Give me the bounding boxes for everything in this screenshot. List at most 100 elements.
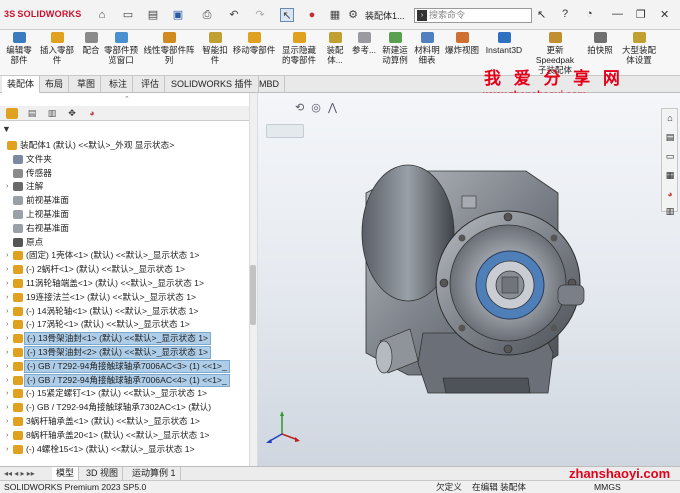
model-tab-1[interactable]: 3D 视图 [82,467,124,481]
undo-icon[interactable]: ↶ [228,8,240,22]
model-tab-2[interactable]: 运动算例 1 [128,467,181,481]
ribbon-button-insert-component[interactable]: 插入零部件 [36,32,78,65]
display-manager-icon[interactable]: ◕ [86,108,98,119]
tree-row[interactable]: 前视基准面 [0,194,250,207]
feature-manager-icon[interactable] [6,108,18,119]
expand-arrow-icon[interactable]: › [6,387,8,400]
tree-row[interactable]: › (-) 4螺栓15<1> (默认) <<默认>_显示状态 1> [0,443,250,456]
file-explorer-icon[interactable]: ▦ [664,169,676,181]
expand-arrow-icon[interactable]: › [6,360,8,373]
tree-row[interactable]: › (-) GB / T292-94角接触球轴承7302AC<1> (默认) [0,401,250,414]
help-icon[interactable]: ? [562,8,568,20]
tab-3[interactable]: 标注 [104,76,134,93]
expand-arrow-icon[interactable]: › [6,249,8,262]
open-folder-icon[interactable]: ▤ [146,8,160,22]
select-pointer-icon[interactable]: ↖ [280,8,294,22]
solidworks-logo[interactable]: 3S SOLIDWORKS [4,9,81,19]
ribbon-button-mate[interactable]: 配合 [80,32,102,55]
tree-scrollbar-thumb[interactable] [250,265,256,325]
expand-arrow-icon[interactable]: › [6,305,8,318]
expand-arrow-icon[interactable]: › [6,291,8,304]
expand-arrow-icon[interactable]: › [6,401,8,414]
file-properties-icon[interactable]: ▦ [328,8,342,22]
ribbon-button-instant3d[interactable]: Instant3D [484,32,524,55]
ribbon-button-snapshot[interactable]: 拍快照 [586,32,614,55]
tree-row[interactable]: › (-) 17涡轮<1> (默认) <<默认>_显示状态 1> [0,318,250,331]
ribbon-button-smart-fastener[interactable]: 智能扣 件 [201,32,229,65]
units-selector[interactable]: MMGS [594,481,621,493]
property-manager-icon[interactable]: ▤ [26,108,38,119]
print-icon[interactable]: ⎙ [200,8,214,22]
tree-row[interactable]: › (-) GB / T292-94角接触球轴承7006AC<4> (1) <<1… [0,373,250,387]
zoom-icon[interactable]: ⟲ [295,102,304,114]
tree-row[interactable]: › (固定) 1壳体<1> (默认) <<默认>_显示状态 1> [0,249,250,262]
ribbon-button-preview-window[interactable]: 零部件预 览窗口 [104,32,138,65]
tab-6[interactable]: MBD [254,76,285,93]
section-view-icon[interactable]: ⋀ [328,102,337,114]
flyout-tree-toggle[interactable] [266,124,304,138]
expand-arrow-icon[interactable]: › [6,443,8,456]
filter-icon[interactable]: ▼ [2,124,11,134]
tab-0[interactable]: 装配体 [2,76,41,93]
expand-arrow-icon[interactable]: › [6,332,8,345]
view-orientation-icon[interactable]: ◎ [311,102,321,114]
panel-collapse-handle[interactable]: ⌃ [124,95,130,103]
minimize-icon[interactable]: — [612,8,623,20]
expand-arrow-icon[interactable]: › [6,346,8,359]
tab-5[interactable]: SOLIDWORKS 插件 [166,76,259,93]
ribbon-button-assembly-features[interactable]: 装配体... [322,32,348,65]
rebuild-icon[interactable]: ● [305,8,319,22]
home-task-icon[interactable]: ⌂ [664,112,676,124]
expand-arrow-icon[interactable]: › [6,263,8,276]
expand-arrow-icon[interactable]: › [6,374,8,387]
tree-row[interactable]: 右视基准面 [0,222,250,235]
ribbon-button-large-assembly[interactable]: 大型装配 体设置 [619,32,659,65]
new-document-icon[interactable]: ▭ [122,8,134,22]
search-commands-input[interactable]: › 搜索命令 [414,8,532,23]
expand-arrow-icon[interactable]: › [6,318,8,331]
tab-scroll-icons[interactable]: ◂◂ ◂ ▸ ▸▸ [4,469,35,478]
tree-row[interactable]: › 11涡轮轴端盖<1> (默认) <<默认>_显示状态 1> [0,277,250,290]
tree-row[interactable]: 上视基准面 [0,208,250,221]
close-icon[interactable]: ✕ [660,8,669,21]
tree-row[interactable]: › (-) 15紧定螺钉<1> (默认) <<默认>_显示状态 1> [0,387,250,400]
tree-row[interactable]: › (-) 13骨架油封<2> (默认) <<默认>_显示状态 1> [0,346,250,359]
ribbon-button-edit-part[interactable]: 编辑零 部件 [4,32,34,65]
home-icon[interactable]: ⌂ [96,8,108,22]
tree-row[interactable]: › (-) 14涡轮轴<1> (默认) <<默认>_显示状态 1> [0,305,250,318]
expand-arrow-icon[interactable]: › [6,180,8,193]
tree-row[interactable]: › 8蜗杆轴承盖20<1> (默认) <<默认>_显示状态 1> [0,429,250,442]
tree-row[interactable]: 传感器 [0,167,250,180]
restore-icon[interactable]: ❐ [636,8,646,21]
tree-row[interactable]: › (-) 2蜗杆<1> (默认) <<默认>_显示状态 1> [0,263,250,276]
graphics-area[interactable] [258,93,680,466]
tree-row[interactable]: 文件夹 [0,153,250,166]
tree-row[interactable]: › 3蜗杆轴承盖<1> (默认) <<默认>_显示状态 1> [0,415,250,428]
tree-row[interactable]: › 19连接法兰<1> (默认) <<默认>_显示状态 1> [0,291,250,304]
resources-icon[interactable]: ▤ [664,131,676,143]
save-icon[interactable]: ▣ [171,8,185,22]
expand-arrow-icon[interactable]: › [6,429,8,442]
tab-2[interactable]: 草图 [72,76,102,93]
expand-arrow-icon[interactable]: › [6,415,8,428]
tree-row[interactable]: › (-) GB / T292-94角接触球轴承7006AC<3> (1) <<1… [0,359,250,373]
ribbon-button-bom[interactable]: 材料明 细表 [413,32,441,65]
design-library-icon[interactable]: ▭ [664,150,676,162]
cursor-arrow-icon[interactable]: ↖ [537,8,546,21]
configuration-manager-icon[interactable]: ▥ [46,108,58,119]
gearbox-model[interactable] [258,93,680,466]
ribbon-button-exploded-view[interactable]: 爆炸视图 [444,32,480,55]
ribbon-button-linear-pattern[interactable]: 线性零部件阵列 [140,32,198,65]
ribbon-button-show-hidden[interactable]: 显示隐藏 的零部件 [280,32,318,65]
tab-4[interactable]: 评估 [136,76,166,93]
custom-properties-icon[interactable]: ▥ [664,205,676,217]
user-icon[interactable]: ◔ [586,8,593,20]
redo-icon[interactable]: ↷ [254,8,266,22]
tree-row[interactable]: › 注解 [0,180,250,193]
expand-arrow-icon[interactable]: › [6,277,8,290]
appearances-icon[interactable]: ◕ [664,188,676,200]
tree-row[interactable]: 装配体1 (默认) <<默认>_外观 显示状态> [0,139,250,152]
tree-row[interactable]: 原点 [0,236,250,249]
model-tab-0[interactable]: 模型 [52,467,80,481]
options-gear-icon[interactable]: ⚙ [346,8,360,22]
